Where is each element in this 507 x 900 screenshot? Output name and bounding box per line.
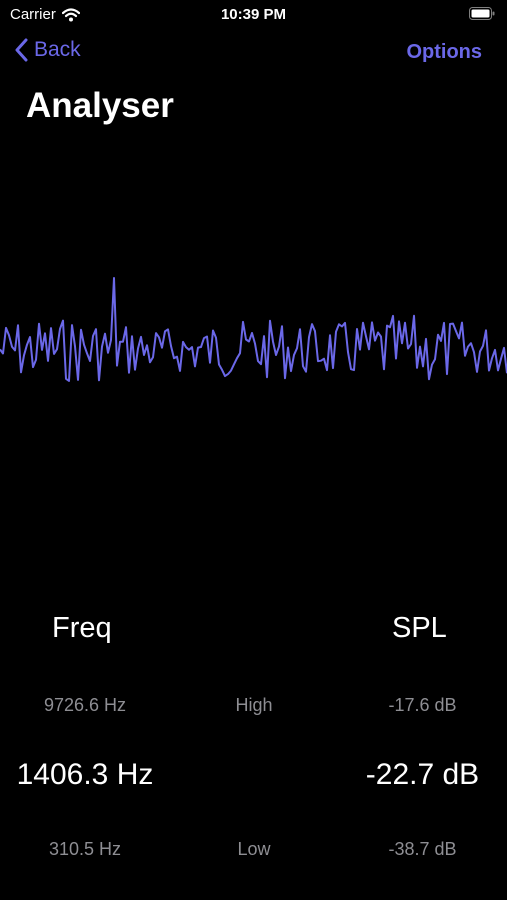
low-label: Low [237,839,271,859]
current-frequency-value: 1406.3 Hz [16,758,154,791]
navigation-bar: Back Options [0,36,507,72]
chevron-left-icon [15,38,28,62]
back-button[interactable]: Back [14,38,81,62]
battery-icon [469,7,495,24]
spl-header: SPL [392,612,447,644]
current-spl-value: -22.7 dB [365,758,480,791]
low-frequency-value: 310.5 Hz [48,839,122,859]
status-bar: Carrier 10:39 PM [0,0,507,30]
back-label: Back [34,38,81,61]
low-spl-value: -38.7 dB [388,839,457,859]
status-time: 10:39 PM [220,6,287,23]
high-frequency-value: 9726.6 Hz [43,695,127,715]
freq-header: Freq [52,612,112,644]
options-button[interactable]: Options [406,41,482,64]
high-spl-value: -17.6 dB [388,695,457,715]
page-title: Analyser [26,86,174,125]
audio-waveform [0,277,507,382]
high-label: High [235,695,273,715]
